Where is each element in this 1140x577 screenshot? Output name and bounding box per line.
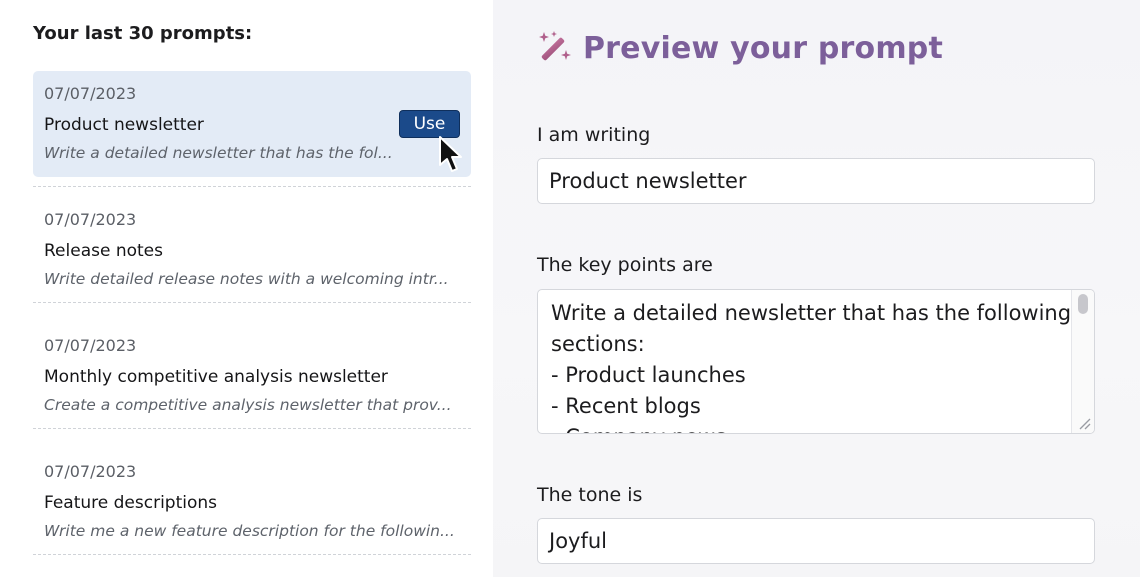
key-points-line: sections: xyxy=(551,332,645,356)
prompt-list: 07/07/2023 Product newsletter Write a de… xyxy=(33,71,471,575)
prompt-item-competitive-analysis[interactable]: 07/07/2023 Monthly competitive analysis … xyxy=(33,323,471,429)
use-button[interactable]: Use xyxy=(399,110,460,138)
mouse-cursor-icon xyxy=(439,136,462,172)
recent-prompts-panel: Your last 30 prompts: 07/07/2023 Product… xyxy=(0,0,493,577)
writing-label: I am writing xyxy=(537,124,651,146)
preview-header: Preview your prompt xyxy=(537,30,943,66)
prompt-item-product-newsletter[interactable]: 07/07/2023 Product newsletter Write a de… xyxy=(33,71,471,187)
prompt-item-feature-descriptions[interactable]: 07/07/2023 Feature descriptions Write me… xyxy=(33,449,471,555)
prompt-name: Release notes xyxy=(44,241,163,261)
prompt-name: Product newsletter xyxy=(44,115,204,135)
key-points-label: The key points are xyxy=(537,254,713,276)
key-points-line: - Product launches xyxy=(551,363,746,387)
tone-label: The tone is xyxy=(537,484,643,506)
prompt-date: 07/07/2023 xyxy=(44,462,137,481)
scroll-thumb[interactable] xyxy=(1078,294,1088,314)
textarea-scrollbar[interactable] xyxy=(1071,290,1094,433)
key-points-line: - Company news xyxy=(551,422,1054,433)
prompt-item-release-notes[interactable]: 07/07/2023 Release notes Write detailed … xyxy=(33,197,471,303)
writing-value: Product newsletter xyxy=(549,169,747,193)
key-points-line: Write a detailed newsletter that has the… xyxy=(551,301,1072,325)
tone-input[interactable]: Joyful xyxy=(537,518,1095,564)
prompt-description: Create a competitive analysis newsletter… xyxy=(44,396,452,414)
prompt-date: 07/07/2023 xyxy=(44,84,137,103)
prompt-name: Feature descriptions xyxy=(44,493,218,513)
prompt-name: Monthly competitive analysis newsletter xyxy=(44,367,388,387)
key-points-line: - Recent blogs xyxy=(551,394,701,418)
recent-prompts-title: Your last 30 prompts: xyxy=(33,23,253,44)
preview-title: Preview your prompt xyxy=(583,30,943,66)
prompt-date: 07/07/2023 xyxy=(44,210,137,229)
magic-wand-icon xyxy=(539,31,571,61)
prompt-date: 07/07/2023 xyxy=(44,336,137,355)
key-points-textarea[interactable]: Write a detailed newsletter that has the… xyxy=(537,289,1095,434)
prompt-preview-panel: Preview your prompt I am writing Product… xyxy=(493,0,1140,577)
prompt-description: Write me a new feature description for t… xyxy=(44,522,455,540)
prompt-description: Write a detailed newsletter that has the… xyxy=(44,144,393,162)
tone-value: Joyful xyxy=(549,529,608,553)
writing-input[interactable]: Product newsletter xyxy=(537,158,1095,204)
resize-handle-icon[interactable] xyxy=(1079,418,1091,430)
prompt-description: Write detailed release notes with a welc… xyxy=(44,270,449,288)
